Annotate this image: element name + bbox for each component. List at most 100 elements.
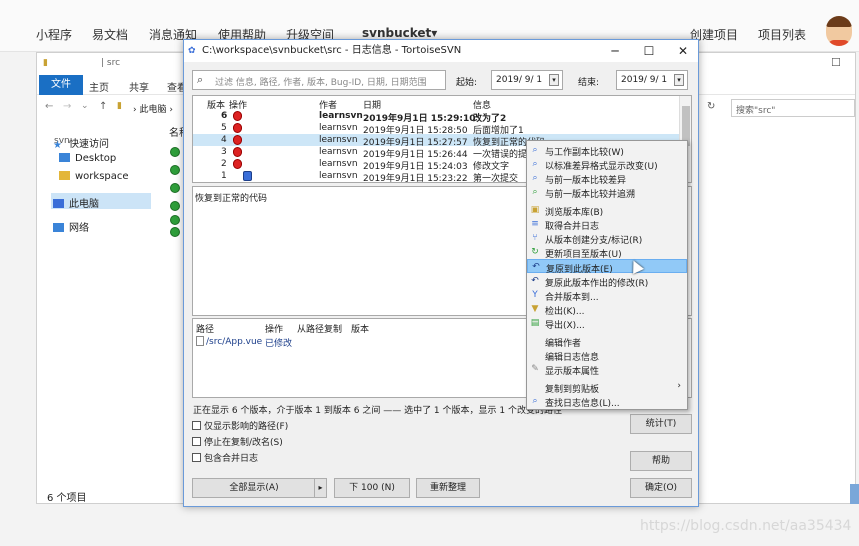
col-copyfrom[interactable]: 从路径复制 bbox=[297, 322, 342, 335]
menu-compare-prev[interactable]: ⌕ 与前一版本比较差异 bbox=[527, 171, 687, 186]
menu-export[interactable]: ▤ 导出(X)... bbox=[527, 316, 687, 331]
svn-ok-icon bbox=[170, 165, 180, 175]
ribbon-tab-home[interactable]: 主页 bbox=[89, 79, 109, 94]
col-path-action[interactable]: 操作 bbox=[265, 322, 283, 335]
menu-edit-author[interactable]: 编辑作者 bbox=[527, 334, 687, 349]
svn-ok-icon bbox=[170, 201, 180, 211]
side-this-pc[interactable]: 此电脑 bbox=[51, 193, 151, 210]
row-author: learnsvn bbox=[319, 135, 358, 145]
checkbox-stop-on-copy[interactable]: 停止在复制/改名(S) bbox=[192, 435, 283, 448]
row-author: learnsvn bbox=[319, 123, 358, 133]
checkbox-box[interactable] bbox=[192, 421, 201, 430]
maximize-icon[interactable]: ☐ bbox=[634, 40, 664, 62]
revision-row[interactable]: 5 learnsvn 2019年9月1日 15:28:50 后面增加了1 bbox=[193, 122, 691, 136]
menu-checkout[interactable]: ▼ 检出(K)... bbox=[527, 302, 687, 317]
checkbox-box[interactable] bbox=[192, 437, 201, 446]
checkbox-affected-paths[interactable]: 仅显示影响的路径(F) bbox=[192, 419, 288, 432]
side-workspace[interactable]: workspace bbox=[59, 171, 129, 182]
menu-revert-changes[interactable]: ↶ 复原此版本作出的修改(R) bbox=[527, 274, 687, 289]
row-author: learnsvn bbox=[319, 159, 358, 169]
to-date-value: 2019/ 9/ 1 bbox=[621, 75, 668, 85]
menu-show-properties[interactable]: ✎ 显示版本属性 bbox=[527, 362, 687, 377]
avatar[interactable] bbox=[826, 16, 852, 46]
calendar-icon[interactable]: ▾ bbox=[674, 74, 684, 86]
menu-label: 查找日志信息(L)... bbox=[545, 399, 620, 409]
forward-icon[interactable]: → bbox=[63, 101, 71, 112]
menu-copy-clipboard[interactable]: 复制到剪贴板 › bbox=[527, 380, 687, 395]
next-100-button[interactable]: 下 100 (N) bbox=[334, 478, 410, 498]
recent-icon[interactable]: ⌄ bbox=[81, 101, 89, 111]
path-action-value: 已修改 bbox=[265, 339, 293, 349]
menu-repo-browser[interactable]: ▣ 浏览版本库(B) bbox=[527, 203, 687, 218]
menu-merge-rev[interactable]: Y 合并版本到... bbox=[527, 288, 687, 303]
row-author: learnsvn bbox=[319, 147, 358, 157]
menu-label: 导出(X)... bbox=[545, 321, 585, 331]
menu-blame-prev[interactable]: ⌕ 与前一版本比较并追溯 bbox=[527, 185, 687, 200]
menu-edit-log[interactable]: 编辑日志信息 bbox=[527, 348, 687, 363]
added-icon bbox=[243, 171, 252, 181]
breadcrumb-this-pc[interactable]: 此电脑 bbox=[139, 105, 166, 115]
address-breadcrumb[interactable]: › 此电脑 › bbox=[133, 102, 173, 115]
menu-merge-log[interactable]: ≡ 取得合并日志 bbox=[527, 217, 687, 232]
nav-mini-program[interactable]: 小程序 bbox=[36, 26, 72, 43]
explorer-path-label: src bbox=[106, 58, 121, 68]
checkbox-include-merge[interactable]: 包含合并日志 bbox=[192, 451, 258, 464]
row-rev: 3 bbox=[221, 147, 227, 157]
revision-row[interactable]: 6 learnsvn 2019年9月1日 15:29:10 改为了2 bbox=[193, 110, 691, 124]
side-network-label: 网络 bbox=[69, 223, 89, 234]
help-button[interactable]: 帮助 bbox=[630, 451, 692, 471]
back-icon[interactable]: ← bbox=[45, 101, 53, 112]
ribbon-tab-share[interactable]: 共享 bbox=[129, 79, 149, 94]
minimize-icon[interactable]: ─ bbox=[600, 40, 630, 62]
explorer-path-title: | src bbox=[101, 58, 121, 68]
dialog-title: C:\workspace\svnbucket\src - 日志信息 - Tort… bbox=[202, 45, 462, 56]
refresh-icon[interactable]: ↻ bbox=[707, 101, 715, 112]
filter-placeholder: 过滤 信息, 路径, 作者, 版本, Bug-ID, 日期, 日期范围 bbox=[215, 78, 427, 88]
calendar-icon[interactable]: ▾ bbox=[549, 74, 559, 86]
nav-brand[interactable]: svnbucket▾ bbox=[362, 26, 437, 40]
side-network[interactable]: 网络 bbox=[53, 219, 89, 234]
maximize-icon[interactable]: ☐ bbox=[831, 56, 841, 69]
up-icon[interactable]: ↑ bbox=[99, 101, 107, 112]
modified-icon bbox=[233, 147, 242, 157]
col-path-rev[interactable]: 版本 bbox=[351, 322, 369, 335]
col-path[interactable]: 路径 bbox=[196, 322, 214, 335]
to-date-picker[interactable]: 2019/ 9/ 1 ▾ bbox=[616, 70, 688, 90]
side-quick-access[interactable]: ★ 快速访问 bbox=[53, 135, 109, 151]
modified-icon bbox=[233, 159, 242, 169]
search-icon: ⌕ bbox=[197, 73, 204, 86]
ok-button[interactable]: 确定(O) bbox=[630, 478, 692, 498]
row-rev: 2 bbox=[221, 159, 227, 169]
repo-browser-icon: ▣ bbox=[530, 205, 540, 215]
desktop-icon bbox=[59, 153, 70, 162]
from-date-picker[interactable]: 2019/ 9/ 1 ▾ bbox=[491, 70, 563, 90]
menu-unified-diff[interactable]: ⌕ 以标准差异格式显示改变(U) bbox=[527, 157, 687, 172]
explorer-search-input[interactable]: 搜索"src" bbox=[731, 99, 855, 117]
ribbon-file-tab[interactable]: 文件 bbox=[39, 75, 83, 95]
menu-find-log[interactable]: ⌕ 查找日志信息(L)... bbox=[527, 394, 687, 409]
checkbox-label: 仅显示影响的路径(F) bbox=[204, 422, 289, 432]
revert-icon: ↶ bbox=[532, 262, 540, 272]
close-icon[interactable]: ✕ bbox=[668, 40, 698, 62]
statistics-button[interactable]: 统计(T) bbox=[630, 414, 692, 434]
nav-project-list[interactable]: 项目列表 bbox=[758, 26, 806, 43]
export-icon: ▤ bbox=[530, 318, 540, 328]
show-all-button[interactable]: 全部显示(A) bbox=[192, 478, 316, 498]
menu-branch-tag[interactable]: ⑂ 从版本创建分支/标记(R) bbox=[527, 231, 687, 246]
path-row[interactable]: /src/App.vue bbox=[196, 336, 262, 347]
menu-compare-wc[interactable]: ⌕ 与工作副本比较(W) bbox=[527, 143, 687, 158]
refresh-button[interactable]: 重新整理 bbox=[416, 478, 480, 498]
taskbar-edge bbox=[850, 484, 859, 504]
modified-icon bbox=[233, 135, 242, 145]
side-quick-access-label: 快速访问 bbox=[69, 139, 109, 150]
checkbox-box[interactable] bbox=[192, 453, 201, 462]
nav-easy-doc[interactable]: 易文档 bbox=[92, 26, 128, 43]
log-status-line: 正在显示 6 个版本，介于版本 1 到版本 6 之间 —— 选中了 1 个版本，… bbox=[193, 406, 562, 416]
menu-update-to-rev[interactable]: ↻ 更新项目至版本(U) bbox=[527, 245, 687, 260]
side-desktop[interactable]: Desktop bbox=[59, 153, 116, 164]
log-filter-input[interactable]: ⌕ 过滤 信息, 路径, 作者, 版本, Bug-ID, 日期, 日期范围 bbox=[192, 70, 446, 90]
menu-revert-to-rev[interactable]: ↶ 复原到此版本(E) bbox=[527, 259, 687, 275]
compare-icon: ⌕ bbox=[532, 145, 538, 155]
show-all-dropdown-icon[interactable]: ▸ bbox=[314, 478, 327, 498]
row-rev: 6 bbox=[221, 111, 228, 121]
